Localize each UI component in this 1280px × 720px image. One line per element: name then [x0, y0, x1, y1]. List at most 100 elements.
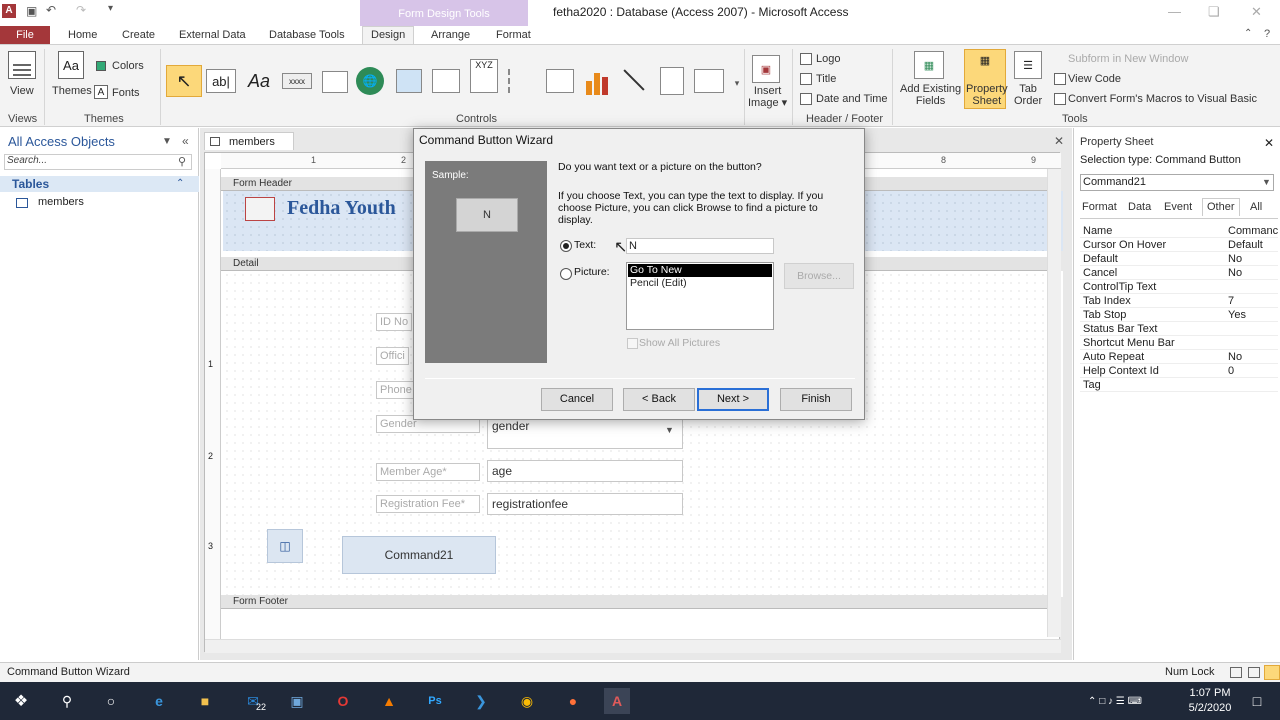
property-sheet-button[interactable]: Property Sheet	[966, 83, 1008, 107]
list-item[interactable]: Pencil (Edit)	[628, 277, 772, 290]
show-all-pictures-checkbox[interactable]	[627, 338, 638, 349]
property-row[interactable]: Help Context Id 0	[1080, 364, 1278, 378]
property-row[interactable]: Cursor On Hover Default	[1080, 238, 1278, 252]
select-pointer-icon[interactable]: ↖	[166, 65, 202, 97]
close-property-sheet-icon[interactable]: ✕	[1264, 136, 1274, 150]
save-icon[interactable]: ▣	[26, 4, 37, 18]
page-break-icon[interactable]	[508, 69, 534, 93]
property-value[interactable]: 7	[1228, 295, 1234, 307]
property-value[interactable]: No	[1228, 253, 1242, 265]
header-logo-icon[interactable]	[245, 197, 275, 221]
tab-control-icon[interactable]	[322, 71, 348, 93]
subform-new-window-button[interactable]: Subform in New Window	[1068, 53, 1188, 65]
nav-item-members[interactable]: members	[38, 196, 84, 208]
field-label[interactable]: Offici	[376, 347, 409, 365]
object-selector[interactable]: Command21	[1080, 174, 1274, 191]
chevron-down-icon[interactable]: ▼	[1262, 177, 1271, 187]
tab-file[interactable]: File	[0, 26, 50, 44]
property-value[interactable]: Commanc	[1228, 225, 1278, 237]
tab-all[interactable]: All	[1250, 201, 1262, 213]
property-value[interactable]: Yes	[1228, 309, 1246, 321]
taskbar-clock[interactable]: 1:07 PM 5/2/2020	[1180, 686, 1240, 716]
navigation-control-icon[interactable]	[432, 69, 460, 93]
firefox-icon[interactable]: ●	[560, 688, 586, 714]
textbox-control-icon[interactable]: ab|	[206, 69, 236, 93]
nav-menu-icon[interactable]: ▼	[162, 136, 172, 147]
file-explorer-icon[interactable]: ■	[192, 688, 218, 714]
tab-data[interactable]: Data	[1128, 201, 1151, 213]
field-label[interactable]: Member Age*	[376, 463, 480, 481]
access-taskbar-icon[interactable]: A	[604, 688, 630, 714]
property-row[interactable]: Tab Index 7	[1080, 294, 1278, 308]
list-item[interactable]: Go To New	[628, 264, 772, 277]
nav-group-tables[interactable]: Tables	[0, 176, 199, 192]
restore-icon[interactable]: ❏	[1208, 4, 1220, 20]
windows-start-icon[interactable]: ❖	[8, 688, 34, 714]
property-row[interactable]: Cancel No	[1080, 266, 1278, 280]
vlc-icon[interactable]: ▲	[376, 688, 402, 714]
tab-database-tools[interactable]: Database Tools	[269, 29, 345, 41]
collapse-group-icon[interactable]: ⌃	[176, 178, 184, 189]
property-row[interactable]: Tab Stop Yes	[1080, 308, 1278, 322]
picture-radio-label[interactable]: Picture:	[574, 266, 610, 278]
browse-button[interactable]: Browse...	[784, 263, 854, 289]
add-existing-fields-icon[interactable]: ▦	[914, 51, 944, 79]
date-time-button[interactable]: Date and Time	[816, 93, 888, 105]
notifications-icon[interactable]: □	[1244, 688, 1270, 714]
close-doc-icon[interactable]: ✕	[1054, 134, 1064, 148]
tab-other[interactable]: Other	[1202, 198, 1240, 216]
web-browser-icon[interactable]	[396, 69, 422, 93]
option-group-icon[interactable]: XYZ	[470, 59, 498, 93]
picture-list[interactable]: Go To New Pencil (Edit)	[626, 262, 774, 330]
property-row[interactable]: Default No	[1080, 252, 1278, 266]
tab-create[interactable]: Create	[122, 29, 155, 41]
system-tray-icons[interactable]: ⌃ □ ♪ ☰ ⌨	[1060, 688, 1170, 714]
cancel-button[interactable]: Cancel	[541, 388, 613, 411]
chart-icon[interactable]	[582, 65, 612, 95]
picture-radio[interactable]	[560, 268, 572, 280]
gender-combo[interactable]: gender	[487, 415, 683, 449]
property-row[interactable]: Tag	[1080, 378, 1278, 392]
text-radio[interactable]	[560, 240, 572, 252]
cortana-icon[interactable]: ○	[98, 688, 124, 714]
next-button[interactable]: Next >	[697, 388, 769, 411]
insert-image-button[interactable]: Insert Image ▾	[748, 85, 787, 109]
tab-event[interactable]: Event	[1164, 201, 1192, 213]
vscode-icon[interactable]: ❯	[468, 688, 494, 714]
property-value[interactable]: No	[1228, 267, 1242, 279]
tab-design[interactable]: Design	[362, 26, 415, 45]
search-icon[interactable]: ⚲	[178, 155, 186, 168]
property-value[interactable]: Default	[1228, 239, 1263, 251]
field-label[interactable]: ID No	[376, 313, 413, 331]
minimize-icon[interactable]: —	[1168, 4, 1181, 19]
close-window-icon[interactable]: ✕	[1251, 4, 1262, 20]
tab-external-data[interactable]: External Data	[179, 29, 246, 41]
property-row[interactable]: ControlTip Text	[1080, 280, 1278, 294]
command21-button[interactable]: Command21	[342, 536, 496, 574]
button-control-icon[interactable]: xxxx	[282, 73, 312, 89]
finish-button[interactable]: Finish	[780, 388, 852, 411]
property-value[interactable]: No	[1228, 351, 1242, 363]
registration-fee-field[interactable]: registrationfee	[487, 493, 683, 515]
fonts-button[interactable]: Fonts	[112, 87, 140, 99]
back-button[interactable]: < Back	[623, 388, 695, 411]
button-text-input[interactable]: N	[626, 238, 774, 254]
list-box-icon[interactable]	[694, 69, 724, 93]
view-button[interactable]: View	[10, 85, 34, 97]
image-control-icon[interactable]: ◫	[267, 529, 303, 563]
photoshop-icon[interactable]: Ps	[422, 688, 448, 714]
customize-qat-icon[interactable]: ▾	[108, 3, 113, 14]
opera-icon[interactable]: O	[330, 688, 356, 714]
field-label[interactable]: Registration Fee*	[376, 495, 480, 513]
view-code-button[interactable]: View Code	[1068, 73, 1121, 85]
more-controls-icon[interactable]: ▾	[732, 71, 742, 95]
collapse-nav-icon[interactable]: «	[182, 134, 189, 148]
header-title[interactable]: Fedha Youth	[287, 197, 396, 220]
line-control-icon[interactable]	[620, 65, 648, 95]
property-row[interactable]: Auto Repeat No	[1080, 350, 1278, 364]
form-view-icon[interactable]	[1230, 667, 1242, 678]
access-app-icon[interactable]: A	[2, 4, 16, 18]
view-icon[interactable]	[8, 51, 36, 79]
tab-format[interactable]: Format	[1082, 201, 1117, 213]
chrome-icon[interactable]: ◉	[514, 688, 540, 714]
